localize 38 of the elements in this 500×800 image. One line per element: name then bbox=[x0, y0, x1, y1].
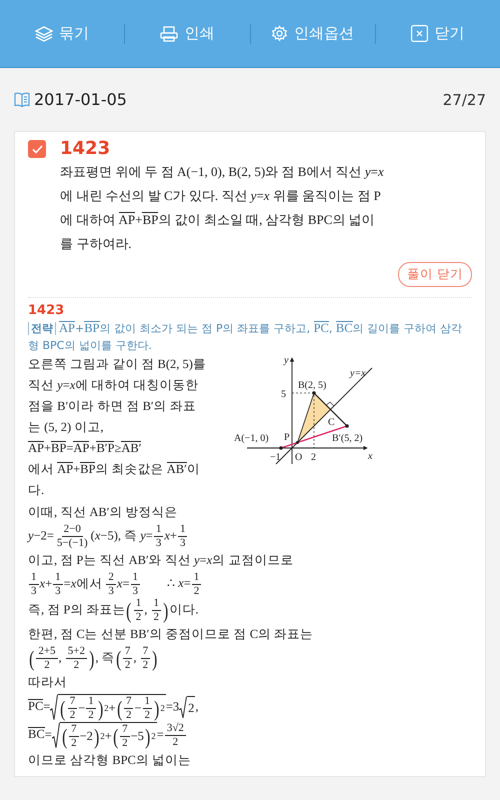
check-icon bbox=[32, 144, 42, 154]
solution-text: 오른쪽 그림과 같이 점 B(2, 5)를 직선 y=x에 대하여 대칭이동한 점을 B′이라 하면 점 B′의 좌표는 (5, 2) 이고, bbox=[28, 356, 206, 436]
solution-line: 이므로 삼각형 BPC의 넓이는 bbox=[28, 752, 192, 769]
toolbar-button[interactable]: 묶기 bbox=[0, 18, 124, 48]
graph-label: B(2, 5) bbox=[298, 380, 326, 391]
solution-line: 이때, 직선 AB′의 방정식은 bbox=[28, 504, 179, 521]
solution-line: 이고, 점 P는 직선 AB′와 직선 y=x의 교점이므로 bbox=[28, 552, 294, 569]
printer-icon bbox=[160, 26, 178, 42]
graph-label: y bbox=[284, 355, 288, 366]
solution-line: 따라서 bbox=[28, 674, 68, 691]
solution-number: 1423 bbox=[28, 302, 66, 320]
graph-label: x bbox=[368, 451, 372, 462]
close-icon bbox=[411, 25, 428, 42]
graph-label: B′(5, 2) bbox=[332, 433, 363, 444]
book-icon bbox=[14, 92, 30, 107]
solution-line: 한편, 점 C는 선분 BB′의 중점이므로 점 C의 좌표는 bbox=[28, 626, 314, 643]
close-solution-button[interactable]: 풀이 닫기 bbox=[398, 262, 472, 287]
solution-text: 에서 AP+BP의 최솟값은 AB′이다. bbox=[28, 461, 201, 499]
checkbox[interactable] bbox=[28, 140, 46, 158]
graph-label: −1 bbox=[270, 452, 281, 463]
graph-label: 5 bbox=[281, 389, 286, 400]
strategy-text: 전략 AP+BP의 값이 최소가 되는 점 P의 좌표를 구하고, PC, BC의 길이를 구하여 삼각형 BPC의 넓이를 구한다. bbox=[28, 320, 464, 354]
settings-icon bbox=[271, 25, 288, 42]
layers-icon bbox=[35, 26, 54, 42]
toolbar-button[interactable]: 인쇄 bbox=[125, 18, 250, 48]
graph-label: P bbox=[284, 432, 290, 443]
graph-label: O bbox=[295, 452, 302, 463]
graph-label: C bbox=[328, 417, 335, 428]
date-text: 2017-01-05 bbox=[34, 90, 127, 109]
solution-text: AP+BP=AP+B′P≥AB′ bbox=[28, 440, 142, 458]
problem-number: 1423 bbox=[60, 138, 112, 160]
graph-label: A(−1, 0) bbox=[234, 433, 269, 444]
page-counter: 27/27 bbox=[442, 90, 486, 108]
graph-label: 2 bbox=[311, 452, 316, 463]
graph-label: y=x bbox=[350, 368, 366, 379]
toolbar-button[interactable]: 인쇄옵션 bbox=[250, 18, 375, 48]
problem-text: 좌표평면 위에 두 점 A(−1, 0), B(2, 5)와 점 B에서 직선 y=x 에 내린 수선의 발 C가 있다. 직선 y=x 위를 움직이는 점 P에 대하여 AP+BP의 값이 최소일 때, 삼각형 BPC의 넓이를 구하여라. bbox=[60, 163, 385, 253]
toolbar-button[interactable]: 닫기 bbox=[376, 18, 500, 48]
